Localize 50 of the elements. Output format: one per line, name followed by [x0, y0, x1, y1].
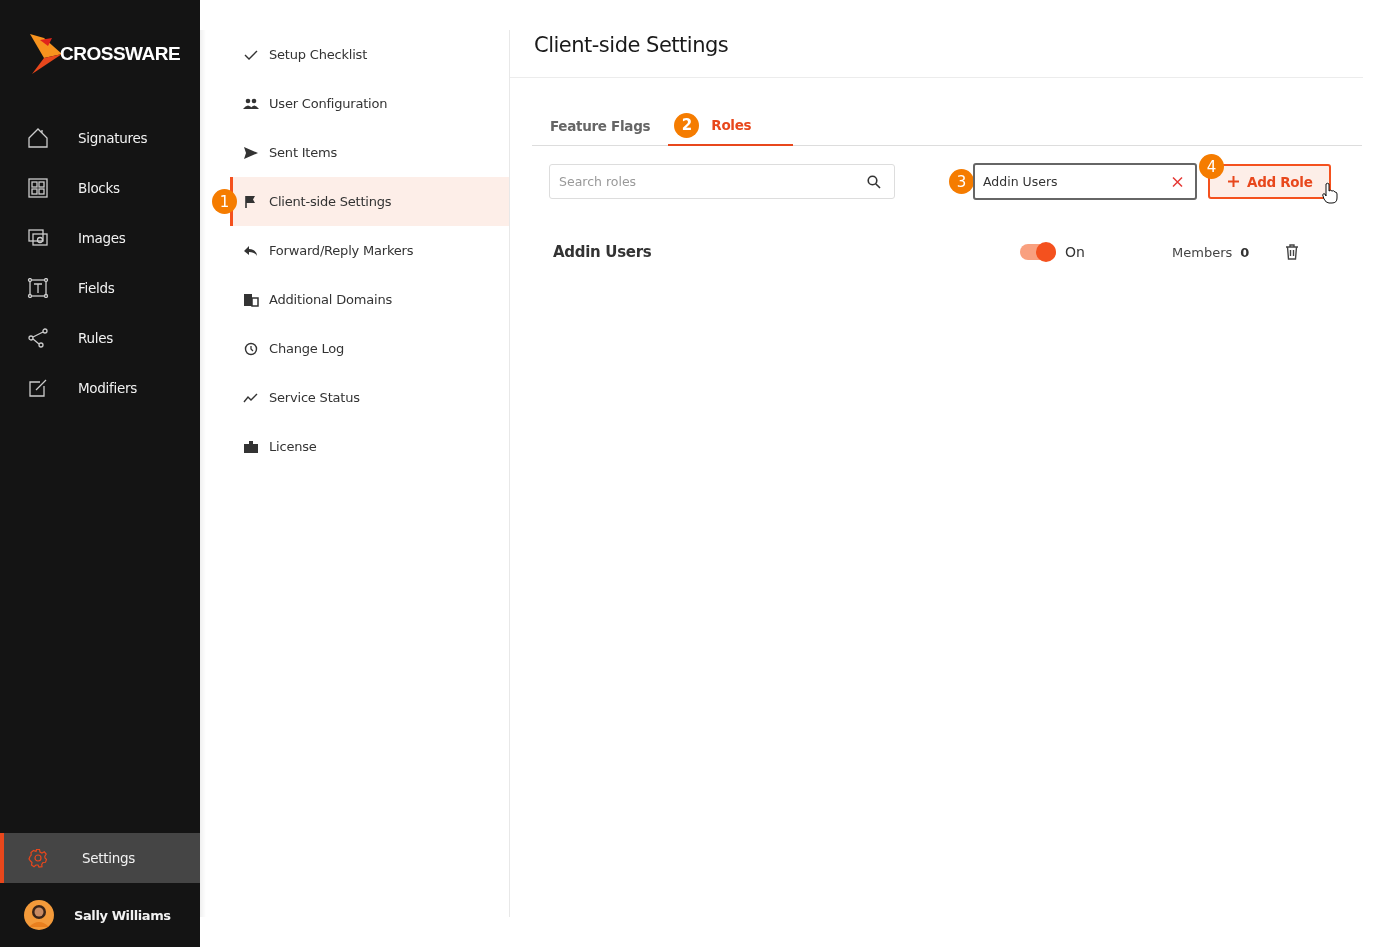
settings-menu-item[interactable]: Change Log: [230, 324, 509, 373]
text-field-icon: [27, 278, 49, 298]
send-icon: [243, 145, 259, 160]
step-badge: 2: [674, 112, 700, 138]
nav-item[interactable]: Rules: [0, 313, 200, 363]
building-icon: [243, 292, 259, 307]
members-count: 0: [1240, 244, 1250, 260]
nav-item[interactable]: Images: [0, 213, 200, 263]
search-field[interactable]: Search roles: [549, 164, 895, 199]
settings-menu-item[interactable]: Sent Items: [230, 128, 509, 177]
images-icon: [27, 229, 49, 247]
step-badge: 1: [212, 189, 237, 214]
delete-icon[interactable]: [1285, 244, 1300, 260]
settings-menu-item[interactable]: License: [230, 422, 509, 471]
page-title: Client-side Settings: [510, 0, 1363, 78]
settings-menu-item[interactable]: User Configuration: [230, 79, 509, 128]
role-name-field[interactable]: Addin Users: [973, 163, 1197, 200]
share-icon: [27, 328, 49, 348]
home-icon: [27, 127, 49, 149]
settings-menu-item[interactable]: Additional Domains: [230, 275, 509, 324]
role-name: Addin Users: [553, 243, 653, 261]
settings-menu-item[interactable]: Service Status: [230, 373, 509, 422]
nav-item[interactable]: Signatures: [0, 113, 200, 163]
logo-icon: [30, 34, 62, 74]
nav-item[interactable]: Modifiers: [0, 363, 200, 413]
settings-menu-item[interactable]: Client-side Settings: [230, 177, 509, 226]
edit-icon: [27, 378, 49, 398]
avatar: [24, 900, 54, 930]
step-badge: 4: [1199, 154, 1224, 179]
search-icon: [867, 174, 881, 189]
people-icon: [243, 96, 259, 111]
settings-menu-item[interactable]: Setup Checklist: [230, 30, 509, 79]
settings-icon: [27, 848, 49, 868]
nav-item[interactable]: Fields: [0, 263, 200, 313]
toggle-switch[interactable]: [1020, 244, 1056, 260]
hand-cursor-icon: [1321, 182, 1338, 204]
nav-item[interactable]: Blocks: [0, 163, 200, 213]
tab[interactable]: Feature Flags: [532, 106, 669, 146]
history-icon: [243, 341, 259, 356]
step-badge: 3: [949, 169, 974, 194]
members-label: Members: [1172, 244, 1233, 260]
clear-icon[interactable]: [1172, 176, 1183, 187]
tab[interactable]: 2 Roles: [668, 106, 794, 146]
user-name: Sally Williams: [74, 907, 171, 923]
settings-nav-item[interactable]: Settings: [0, 833, 200, 883]
plus-icon: [1228, 176, 1239, 187]
grid-icon: [27, 178, 49, 198]
settings-menu-item[interactable]: Forward/Reply Markers: [230, 226, 509, 275]
logo-text: CROSSWARE: [60, 43, 181, 65]
toggle-label: On: [1065, 244, 1086, 260]
